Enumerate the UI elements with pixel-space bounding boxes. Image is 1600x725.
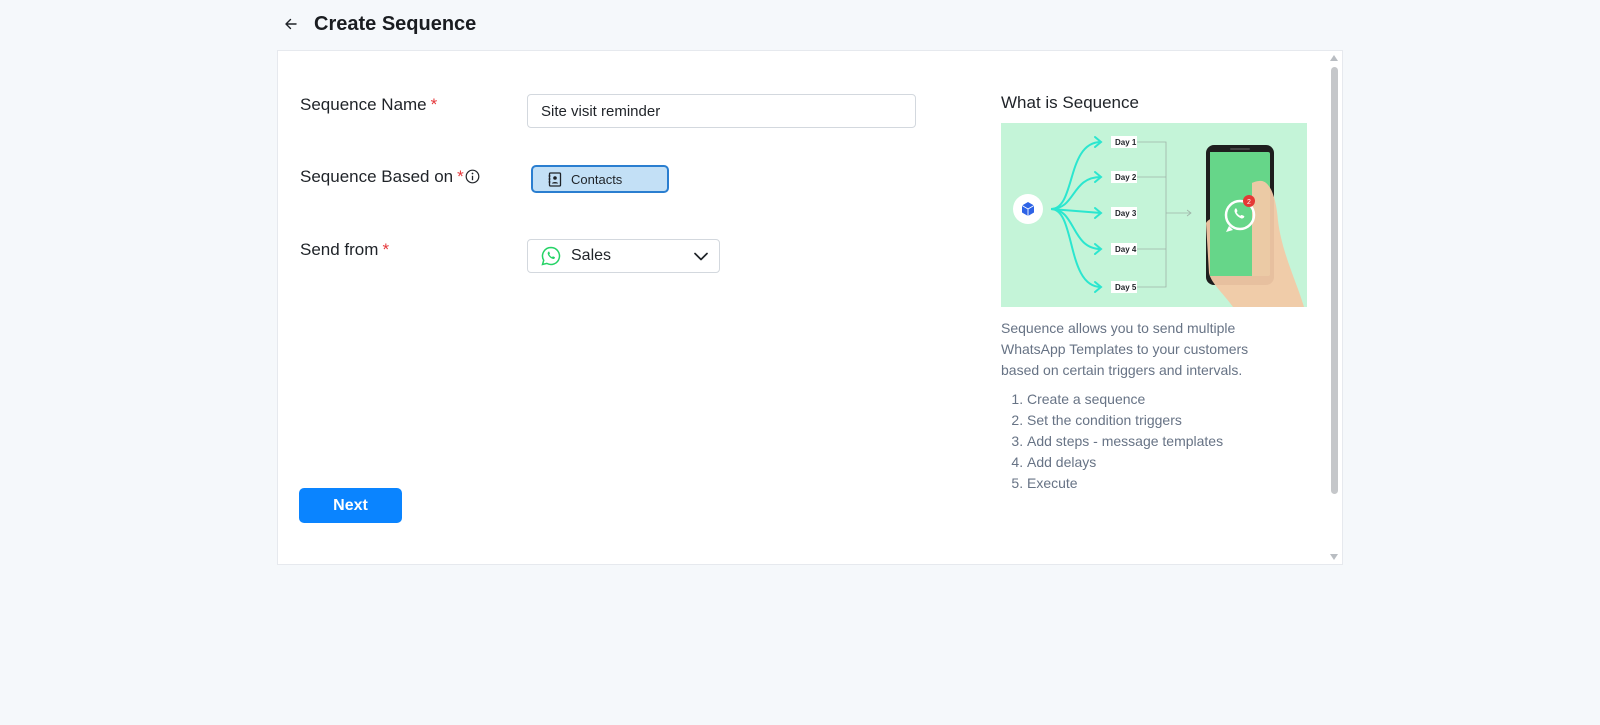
send-from-value: Sales [571,247,612,264]
notification-badge: 2 [1247,199,1251,206]
info-description: Sequence allows you to send multiple Wha… [1001,320,1249,378]
send-from-label: Send from * [300,240,389,260]
chevron-down-icon [694,252,708,260]
info-step: Execute [1027,473,1311,494]
info-step: Create a sequence [1027,389,1311,410]
contacts-option-label: Contacts [571,171,623,187]
sequence-name-label: Sequence Name * [300,95,437,115]
next-button[interactable]: Next [299,488,402,523]
sequence-illustration: Day 1 Day 2 Day 3 Day 4 Day 5 2 [1001,123,1307,307]
contacts-option-chip[interactable]: Contacts [531,165,669,193]
info-steps-list: Create a sequence Set the condition trig… [1001,389,1311,494]
sequence-based-on-label-text: Sequence Based on [300,167,454,186]
back-button[interactable] [280,13,302,35]
required-marker: * [382,240,390,259]
day-label: Day 2 [1115,173,1137,182]
info-step: Add delays [1027,452,1311,473]
info-title: What is Sequence [1001,93,1139,112]
send-from-select[interactable]: Sales [527,239,720,273]
vertical-scrollbar[interactable] [1327,51,1342,564]
info-step: Set the condition triggers [1027,410,1311,431]
contact-book-icon [548,171,562,187]
sequence-form-card: Sequence Name* Sequence Based on* Contac… [277,50,1343,565]
day-label: Day 1 [1115,138,1137,147]
day-label: Day 3 [1115,209,1137,218]
info-step: Add steps - message templates [1027,431,1311,452]
page-title: Create Sequence [314,12,477,35]
sequence-based-on-label: Sequence Based on * [300,167,480,187]
scroll-down-arrow[interactable] [1330,554,1338,560]
whatsapp-icon [541,246,561,266]
arrow-left-icon [285,18,297,30]
sequence-name-label-text: Sequence Name [300,95,427,114]
scrollbar-thumb[interactable] [1331,67,1338,494]
sequence-info-panel: What is Sequence Day 1 Day 2 Day 3 Day 4… [1001,93,1311,494]
required-marker: * [430,95,438,114]
send-from-label-text: Send from [300,240,379,259]
sequence-name-input[interactable] [527,94,916,128]
day-label: Day 4 [1115,245,1137,254]
scroll-up-arrow[interactable] [1330,55,1338,61]
day-label: Day 5 [1115,283,1137,292]
page-header: Create Sequence [280,12,476,36]
info-icon[interactable] [465,169,480,184]
required-marker: * [457,167,464,186]
